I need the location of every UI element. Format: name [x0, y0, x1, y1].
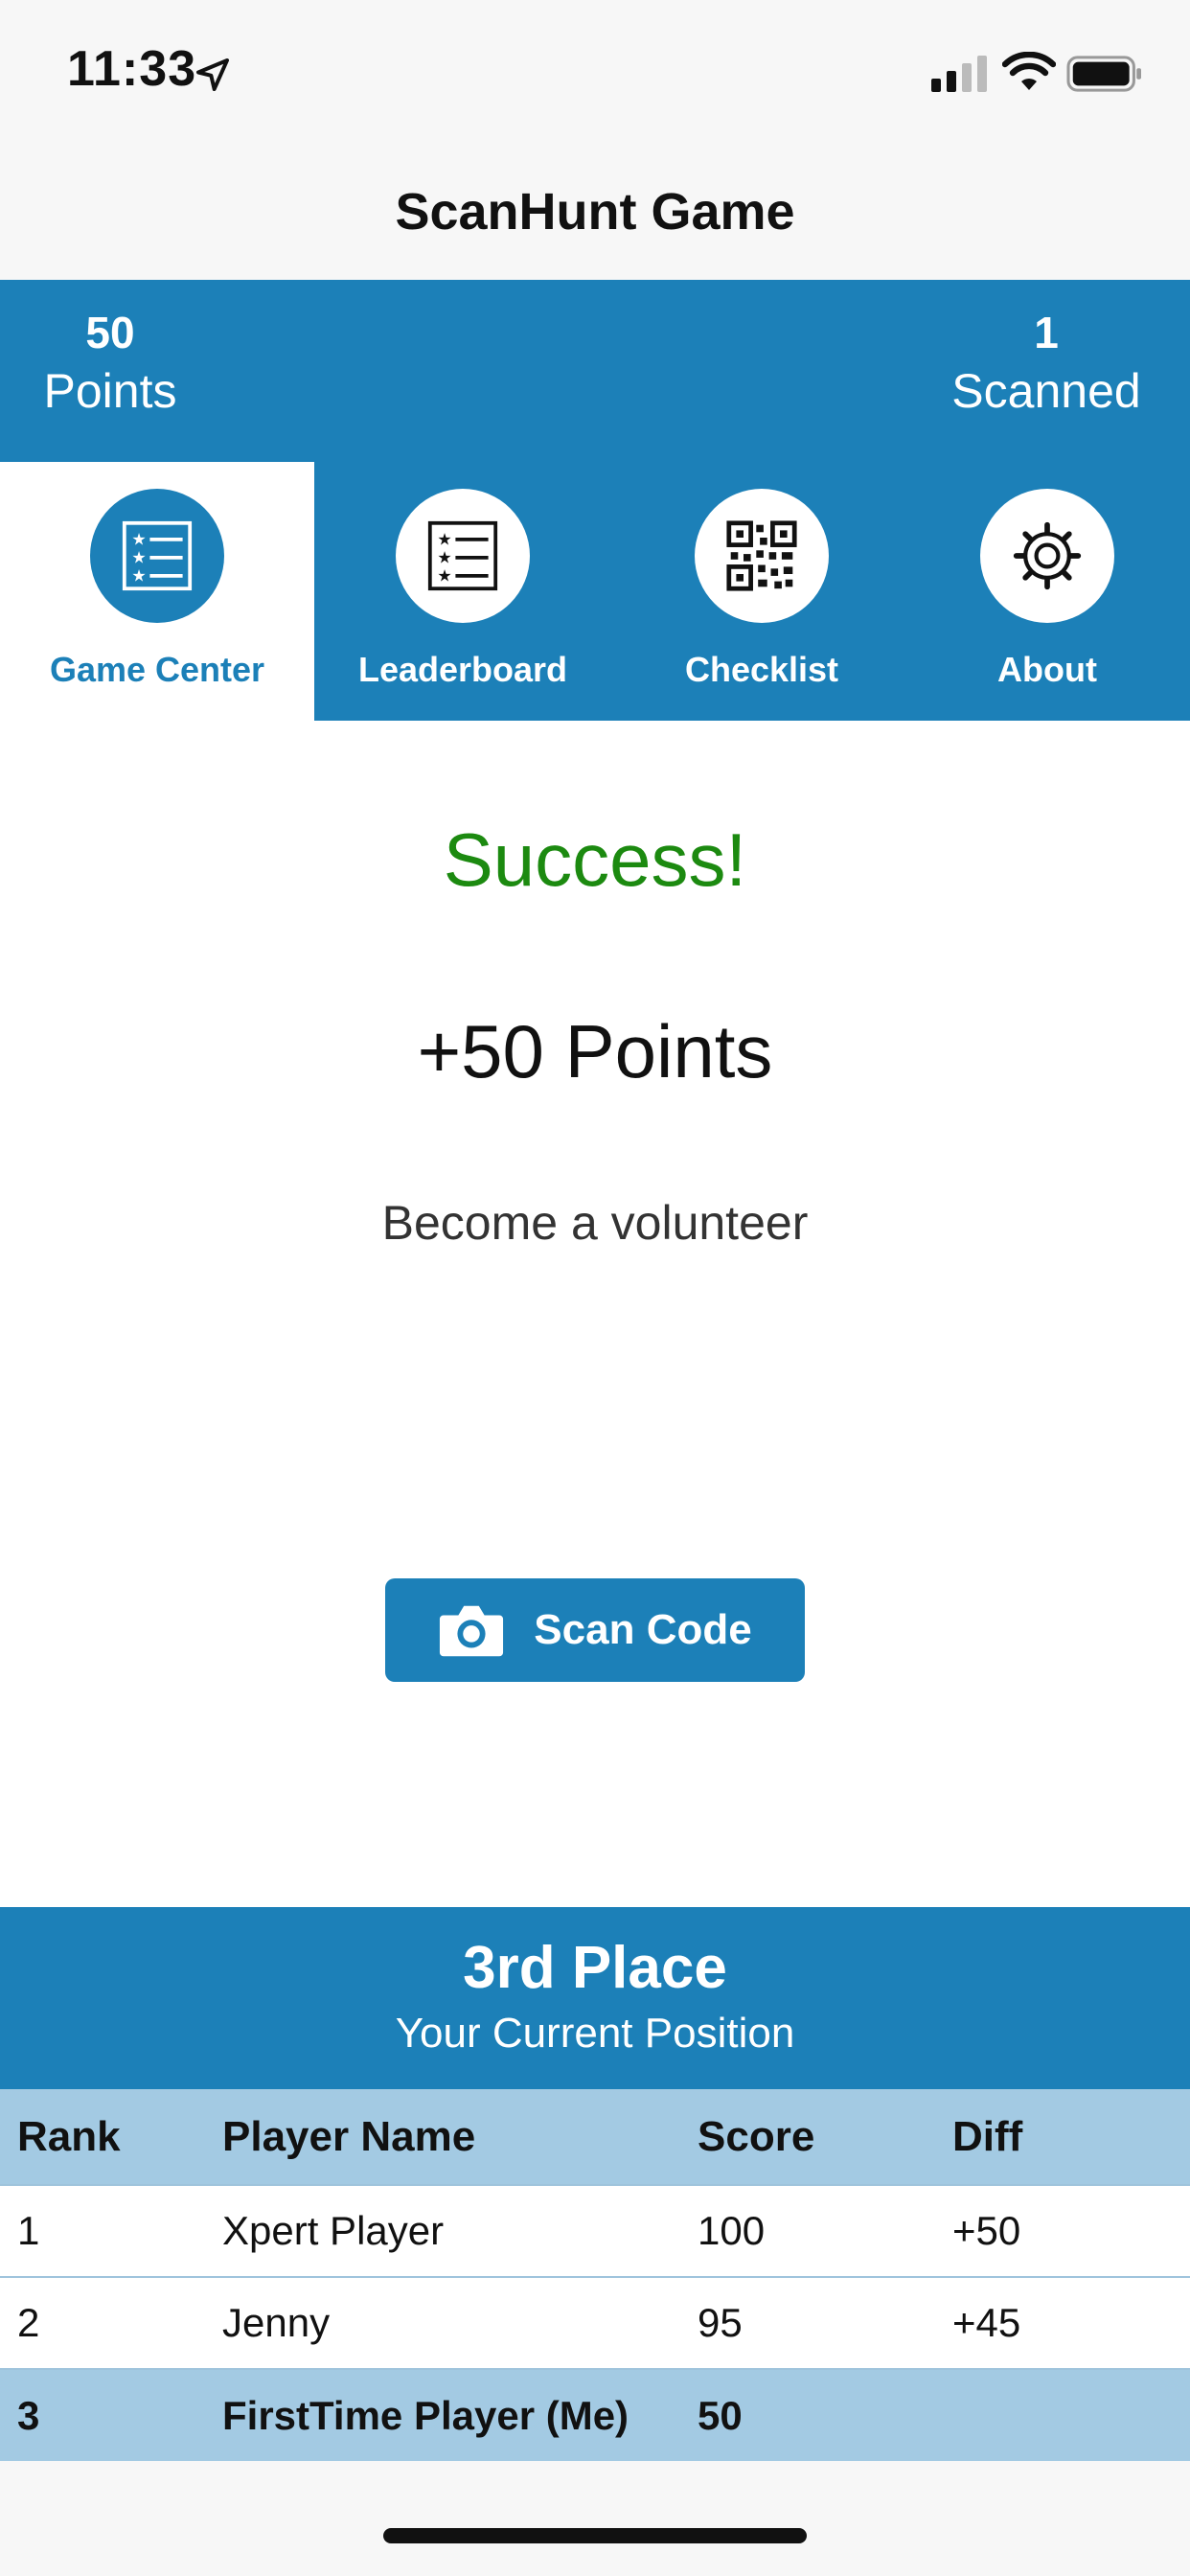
tab-about[interactable]: About [899, 462, 1190, 721]
svg-text:★: ★ [131, 549, 146, 568]
scanned-label: Scanned [951, 364, 1141, 419]
svg-text:★: ★ [131, 531, 146, 550]
tab-label: Leaderboard [357, 650, 568, 689]
tab-icon-circle [980, 489, 1114, 623]
tab-checklist[interactable]: Checklist [613, 462, 910, 721]
cell-diff [935, 2369, 1190, 2461]
cell-diff: +50 [952, 2208, 1021, 2253]
battery-icon [1066, 56, 1141, 92]
camera-icon [440, 1605, 504, 1657]
points-value: 50 [85, 308, 135, 357]
points-stat: 50 Points [38, 307, 182, 425]
success-message: Success! [443, 817, 747, 902]
home-indicator [383, 2528, 807, 2543]
cell-player-name: Jenny [222, 2300, 331, 2345]
scan-code-button[interactable]: Scan Code [385, 1578, 805, 1682]
svg-text:★: ★ [437, 567, 451, 586]
cellular-signal-icon [931, 56, 987, 92]
tab-icon-circle: ★ ★ ★ [90, 489, 224, 623]
table-row: 2 Jenny 95 +45 [0, 2277, 1190, 2369]
cell-rank: 3 [17, 2392, 40, 2438]
tab-icon-circle [695, 489, 829, 623]
cell-player-name: FirstTime Player (Me) [222, 2392, 629, 2438]
position-header: 3rd Place Your Current Position [0, 1907, 1190, 2089]
table-header-row: Rank Player Name Score Diff [0, 2089, 1190, 2185]
scanned-value: 1 [1034, 308, 1059, 357]
tab-bar: ★ ★ ★ Game Center ★ ★ ★ Leaderboard Chec… [0, 462, 1190, 721]
cell-player-name: Xpert Player [222, 2208, 445, 2253]
svg-text:★: ★ [437, 549, 451, 568]
navigation-bar: ScanHunt Game [0, 144, 1190, 280]
tab-label: About [997, 650, 1097, 689]
stats-bar: 50 Points 1 Scanned [0, 280, 1190, 462]
header-rank: Rank [17, 2112, 121, 2160]
table-row-current-player: 3 FirstTime Player (Me) 50 [0, 2369, 1190, 2461]
cell-score: 100 [698, 2208, 766, 2253]
cell-rank: 1 [17, 2208, 40, 2253]
status-bar: 11:33 [0, 0, 1190, 144]
cell-score: 50 [698, 2392, 743, 2438]
wifi-icon [1002, 52, 1056, 90]
star-list-icon: ★ ★ ★ [427, 520, 498, 591]
scan-code-label: Scan Code [534, 1606, 752, 1653]
cell-diff: +45 [952, 2300, 1021, 2345]
page-title: ScanHunt Game [395, 183, 795, 241]
location-arrow-icon [196, 58, 229, 91]
table-row: 1 Xpert Player 100 +50 [0, 2185, 1190, 2277]
header-score: Score [698, 2112, 815, 2160]
tab-leaderboard[interactable]: ★ ★ ★ Leaderboard [314, 462, 611, 721]
tab-game-center[interactable]: ★ ★ ★ Game Center [0, 462, 314, 721]
header-diff: Diff [952, 2112, 1023, 2160]
gear-icon [1013, 521, 1082, 590]
star-list-icon: ★ ★ ★ [122, 520, 193, 591]
place-title: 3rd Place [463, 1935, 727, 2001]
cell-rank: 2 [17, 2300, 40, 2345]
scan-result-message: Become a volunteer [381, 1196, 809, 1250]
tab-icon-circle: ★ ★ ★ [396, 489, 530, 623]
svg-text:★: ★ [437, 531, 451, 550]
header-player-name: Player Name [222, 2112, 476, 2160]
points-label: Points [43, 364, 177, 419]
cell-score: 95 [698, 2300, 743, 2345]
tab-label: Checklist [684, 650, 839, 689]
status-time: 11:33 [67, 41, 197, 97]
place-subtitle: Your Current Position [395, 2010, 795, 2057]
game-center-content: Success! +50 Points Become a volunteer S… [0, 721, 1190, 1907]
points-earned: +50 Points [417, 1009, 773, 1093]
tab-label: Game Center [49, 650, 265, 689]
leaderboard-table: Rank Player Name Score Diff 1 Xpert Play… [0, 2089, 1190, 2461]
svg-text:★: ★ [131, 567, 146, 586]
qr-code-icon [726, 520, 797, 591]
scanned-stat: 1 Scanned [941, 307, 1152, 425]
